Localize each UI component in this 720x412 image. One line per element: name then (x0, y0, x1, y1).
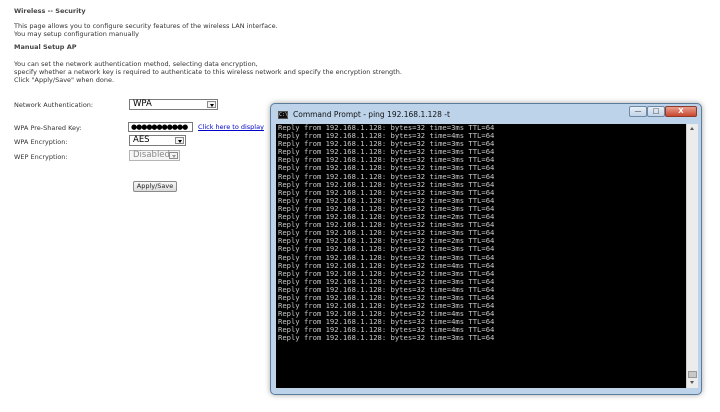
wpa-encryption-select[interactable]: AES (129, 135, 186, 146)
info-text-3: Click "Apply/Save" when done. (14, 76, 115, 84)
console-icon: C:\ (278, 111, 289, 119)
network-auth-label: Network Authentication: (14, 101, 94, 109)
page-description-1: This page allows you to configure securi… (14, 22, 278, 30)
wep-encryption-select: Disabled (129, 150, 180, 161)
info-text-1: You can set the network authentication m… (14, 60, 258, 68)
display-key-link[interactable]: Click here to display (198, 123, 264, 131)
maximize-button[interactable]: □ (647, 106, 665, 117)
psk-label: WPA Pre-Shared Key: (14, 124, 82, 132)
scroll-thumb[interactable] (688, 371, 697, 378)
wep-encryption-value: Disabled (133, 150, 170, 160)
window-titlebar[interactable]: C:\ Command Prompt - ping 192.168.1.128 … (271, 104, 701, 124)
minimize-button[interactable]: — (629, 106, 647, 117)
wep-encryption-label: WEP Encryption: (14, 153, 68, 161)
close-button[interactable]: X (665, 106, 697, 117)
wpa-encryption-label: WPA Encryption: (14, 138, 68, 146)
dropdown-arrow-icon (207, 101, 216, 108)
console-output[interactable]: Reply from 192.168.1.128: bytes=32 time=… (276, 124, 686, 388)
command-prompt-window[interactable]: C:\ Command Prompt - ping 192.168.1.128 … (270, 103, 702, 395)
network-auth-select[interactable]: WPA (129, 99, 218, 110)
psk-input[interactable]: ●●●●●●●●●●● (128, 122, 193, 132)
scroll-up-icon[interactable] (687, 124, 698, 134)
network-auth-value: WPA (133, 99, 152, 109)
console-line: Reply from 192.168.1.128: bytes=32 time=… (278, 333, 495, 343)
dropdown-arrow-icon (175, 137, 184, 144)
info-text-2: specify whether a network key is require… (14, 68, 402, 76)
apply-save-button[interactable]: Apply/Save (133, 181, 177, 192)
page-title: Wireless -- Security (14, 7, 86, 15)
scroll-down-icon[interactable] (687, 378, 698, 388)
vertical-scrollbar[interactable] (686, 124, 698, 388)
wpa-encryption-value: AES (133, 135, 150, 145)
dropdown-arrow-icon (169, 152, 178, 159)
page-description-2: You may setup configuration manually (14, 30, 139, 38)
section-title: Manual Setup AP (14, 43, 77, 51)
window-title: Command Prompt - ping 192.168.1.128 -t (293, 110, 450, 119)
